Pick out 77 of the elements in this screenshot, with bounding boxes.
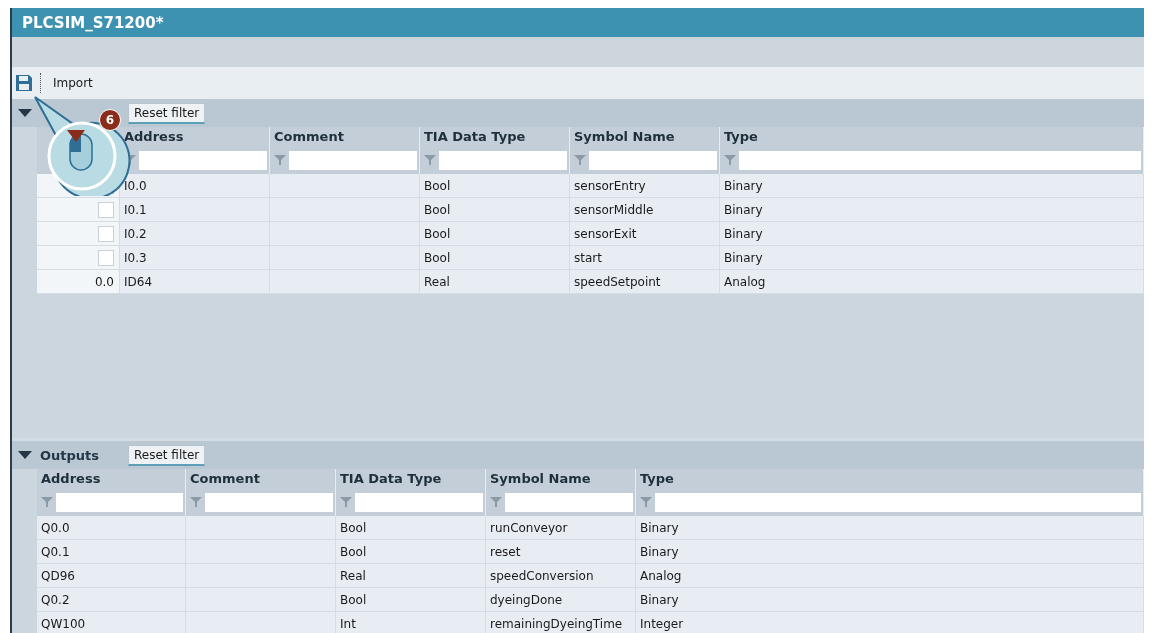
- table-cell: reset: [486, 540, 636, 564]
- column-header[interactable]: Symbol Name: [570, 127, 720, 149]
- filter-field[interactable]: [589, 150, 717, 170]
- filter-field[interactable]: [289, 150, 417, 170]
- column-header[interactable]: Address: [37, 469, 186, 491]
- import-button[interactable]: Import: [49, 76, 97, 90]
- table-cell: speedConversion: [486, 564, 636, 588]
- table-cell: Real: [336, 564, 486, 588]
- table-cell: I0.0: [120, 174, 270, 198]
- filter-icon[interactable]: [490, 496, 502, 508]
- table-cell: Bool: [336, 540, 486, 564]
- table-cell: Binary: [636, 540, 1144, 564]
- filter-icon[interactable]: [424, 154, 436, 166]
- reset-filter-button[interactable]: Reset filter: [128, 444, 206, 466]
- filter-icon[interactable]: [41, 496, 53, 508]
- table-cell: Binary: [720, 222, 1144, 246]
- filter-field[interactable]: [205, 492, 333, 512]
- section-title: Outputs: [40, 447, 101, 463]
- table-cell: runConveyor: [486, 516, 636, 540]
- filter-field[interactable]: [505, 492, 633, 512]
- filter-icon[interactable]: [340, 496, 352, 508]
- collapse-caret-icon[interactable]: [18, 108, 32, 118]
- filter-icon[interactable]: [190, 496, 202, 508]
- column-header[interactable]: TIA Data Type: [420, 127, 570, 149]
- table-cell: sensorExit: [570, 222, 720, 246]
- window-title: PLCSIM_S71200*: [22, 13, 164, 32]
- save-icon[interactable]: [16, 75, 32, 91]
- table-cell: Binary: [720, 198, 1144, 222]
- filter-icon[interactable]: [724, 154, 736, 166]
- filter-icon[interactable]: [274, 154, 286, 166]
- table-cell: dyeingDone: [486, 588, 636, 612]
- column-header[interactable]: Comment: [186, 469, 336, 491]
- filter-field[interactable]: [739, 150, 1141, 170]
- table-cell: ID64: [120, 270, 270, 294]
- column-header[interactable]: Address: [120, 127, 270, 149]
- table-cell: I0.3: [120, 246, 270, 270]
- table-cell: Q0.2: [37, 588, 186, 612]
- table-cell: Binary: [720, 246, 1144, 270]
- table-cell: sensorMiddle: [570, 198, 720, 222]
- column-header[interactable]: Symbol Name: [486, 469, 636, 491]
- table-cell: I0.2: [120, 222, 270, 246]
- checkbox[interactable]: [98, 225, 114, 242]
- filter-icon[interactable]: [574, 154, 586, 166]
- table-cell: QD96: [37, 564, 186, 588]
- table-cell: Bool: [336, 516, 486, 540]
- table-cell: Binary: [636, 588, 1144, 612]
- table-cell: speedSetpoint: [570, 270, 720, 294]
- table-cell: Bool: [420, 198, 570, 222]
- table-cell: Bool: [420, 222, 570, 246]
- column-header[interactable]: Type: [720, 127, 1144, 149]
- column-header[interactable]: Type: [636, 469, 1144, 491]
- reset-filter-button[interactable]: Reset filter: [128, 102, 206, 124]
- filter-field[interactable]: [655, 492, 1141, 512]
- filter-icon[interactable]: [640, 496, 652, 508]
- table-cell: Bool: [336, 588, 486, 612]
- table-cell: Q0.1: [37, 540, 186, 564]
- filter-field[interactable]: [439, 150, 567, 170]
- table-cell: sensorEntry: [570, 174, 720, 198]
- table-cell: Binary: [636, 516, 1144, 540]
- column-header[interactable]: Comment: [270, 127, 420, 149]
- table-cell: Binary: [720, 174, 1144, 198]
- table-cell: Real: [420, 270, 570, 294]
- table-cell: start: [570, 246, 720, 270]
- checkbox[interactable]: [98, 249, 114, 266]
- filter-field[interactable]: [139, 150, 267, 170]
- column-header[interactable]: TIA Data Type: [336, 469, 486, 491]
- table-cell: Bool: [420, 174, 570, 198]
- checkbox[interactable]: [98, 201, 114, 218]
- collapse-caret-icon[interactable]: [18, 450, 32, 460]
- value-text: 0.0: [94, 274, 114, 289]
- table-cell: Analog: [720, 270, 1144, 294]
- filter-field[interactable]: [56, 492, 183, 512]
- table-cell: Analog: [636, 564, 1144, 588]
- filter-field[interactable]: [355, 492, 483, 512]
- table-cell: Q0.0: [37, 516, 186, 540]
- table-cell: Bool: [420, 246, 570, 270]
- table-cell: I0.1: [120, 198, 270, 222]
